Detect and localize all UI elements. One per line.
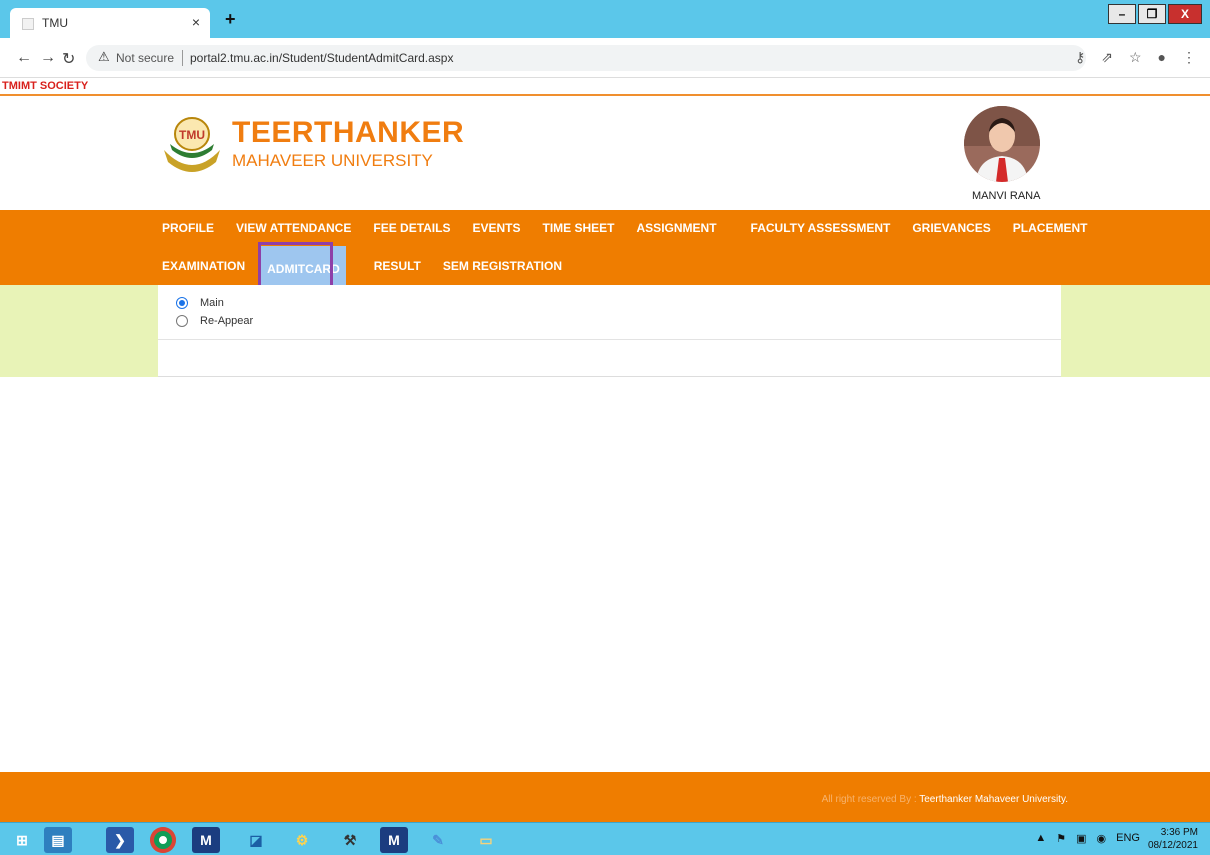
- admit-card-panel: Main Re-Appear: [158, 285, 1061, 377]
- url-text[interactable]: portal2.tmu.ac.in/Student/StudentAdmitCa…: [190, 51, 453, 65]
- minimize-button[interactable]: –: [1108, 4, 1136, 24]
- profile-icon[interactable]: ●: [1158, 49, 1166, 66]
- university-logo: TMU: [164, 117, 220, 172]
- language-indicator[interactable]: ENG: [1116, 832, 1140, 845]
- footer-org: Teerthanker Mahaveer University.: [919, 794, 1068, 805]
- utility-icon[interactable]: ⚒: [336, 827, 364, 853]
- security-label[interactable]: Not secure: [116, 51, 174, 65]
- menu-item-view-attendance[interactable]: VIEW ATTENDANCE: [236, 221, 351, 235]
- system-tray: ▲ ⚑ ▣ ◉ ENG: [1035, 832, 1140, 845]
- tab-title: TMU: [42, 16, 68, 30]
- omnibox-separator: [182, 50, 183, 66]
- radio-option-main[interactable]: Main: [176, 297, 224, 309]
- radio-option-reappear[interactable]: Re-Appear: [176, 315, 253, 327]
- menu-item-fee-details[interactable]: FEE DETAILS: [373, 221, 450, 235]
- society-bar: TMIMT SOCIETY: [0, 78, 1210, 96]
- student-name: MANVI RANA: [972, 190, 1041, 202]
- menu-item-grievances[interactable]: GRIEVANCES: [912, 221, 990, 235]
- menu-item-time-sheet[interactable]: TIME SHEET: [543, 221, 615, 235]
- omnibox[interactable]: ⚠ Not secure portal2.tmu.ac.in/Student/S…: [86, 45, 1086, 71]
- network-icon[interactable]: ▣: [1076, 832, 1086, 845]
- footer-text: All right reserved By : Teerthanker Maha…: [822, 794, 1068, 805]
- folder-icon[interactable]: ▭: [472, 827, 500, 853]
- close-window-button[interactable]: X: [1168, 4, 1202, 24]
- menu-item-faculty-assessment[interactable]: FACULTY ASSESSMENT: [751, 221, 891, 235]
- browser-tab[interactable]: TMU ×: [10, 8, 210, 38]
- warning-icon[interactable]: ⚠: [98, 49, 110, 65]
- tab-close-button[interactable]: ×: [192, 14, 200, 30]
- tray-up-arrow-icon[interactable]: ▲: [1035, 832, 1046, 845]
- logo-text: TMU: [179, 128, 205, 142]
- windows-taskbar: ⊞ ▤ ❯ M ◪ ⚙ ⚒ M ✎ ▭ ▲ ⚑ ▣ ◉ ENG 3:36 PM …: [0, 822, 1210, 855]
- forward-arrow-icon[interactable]: →: [40, 49, 56, 67]
- menu-row-1: PROFILE VIEW ATTENDANCE FEE DETAILS EVEN…: [162, 221, 1109, 235]
- menu-item-events[interactable]: EVENTS: [472, 221, 520, 235]
- notes-icon[interactable]: ◪: [242, 827, 270, 853]
- brand-title: TEERTHANKER: [232, 116, 465, 149]
- clock-date: 08/12/2021: [1147, 840, 1198, 851]
- panel-divider: [158, 339, 1061, 340]
- menu-item-profile[interactable]: PROFILE: [162, 221, 214, 235]
- radio-reappear-button[interactable]: [176, 315, 188, 327]
- site-header: TMU TEERTHANKER MAHAVEER UNIVERSITY MANV…: [0, 96, 1210, 210]
- flag-icon[interactable]: ⚑: [1056, 832, 1066, 845]
- menu-item-assignment[interactable]: ASSIGNMENT: [637, 221, 717, 235]
- radio-main-label: Main: [200, 297, 224, 309]
- volume-icon[interactable]: ◉: [1097, 832, 1107, 845]
- server-manager-icon[interactable]: ▤: [44, 827, 72, 853]
- reload-icon[interactable]: ↻: [62, 49, 75, 69]
- student-avatar: [964, 106, 1040, 182]
- address-bar-row: ← → ↻ ⚠ Not secure portal2.tmu.ac.in/Stu…: [0, 38, 1210, 78]
- footer-prefix: All right reserved By :: [821, 794, 920, 805]
- bookmark-star-icon[interactable]: ☆: [1129, 49, 1142, 66]
- site-footer: All right reserved By : Teerthanker Maha…: [0, 772, 1210, 822]
- radio-main-button[interactable]: [176, 297, 188, 309]
- powershell-icon[interactable]: ❯: [106, 827, 134, 853]
- address-bar-actions: ⚷ ⇗ ☆ ● ⋮: [1075, 49, 1196, 66]
- tools-icon[interactable]: ⚙: [288, 827, 316, 853]
- app-m2-icon[interactable]: M: [380, 827, 408, 853]
- clock-time: 3:36 PM: [1160, 827, 1198, 838]
- start-windows-icon[interactable]: ⊞: [8, 827, 36, 853]
- menu-item-placement[interactable]: PLACEMENT: [1013, 221, 1088, 235]
- taskbar-clock[interactable]: 3:36 PM 08/12/2021: [1148, 826, 1198, 852]
- chrome-icon[interactable]: [150, 827, 176, 853]
- society-label: TMIMT SOCIETY: [2, 80, 89, 92]
- key-icon[interactable]: ⚷: [1075, 49, 1085, 66]
- favicon-icon: [22, 18, 34, 30]
- new-tab-button[interactable]: +: [225, 9, 236, 30]
- browser-tab-bar: TMU × + – ❐ X: [0, 0, 1210, 38]
- radio-reappear-label: Re-Appear: [200, 315, 254, 327]
- back-arrow-icon[interactable]: ←: [16, 49, 32, 67]
- window-controls: – ❐ X: [1108, 4, 1202, 24]
- menu-kebab-icon[interactable]: ⋮: [1182, 49, 1196, 66]
- brand-subtitle: MAHAVEER UNIVERSITY: [232, 151, 433, 170]
- paint-icon[interactable]: ✎: [424, 827, 452, 853]
- share-icon[interactable]: ⇗: [1101, 49, 1113, 66]
- restore-button[interactable]: ❐: [1138, 4, 1166, 24]
- app-m-icon[interactable]: M: [192, 827, 220, 853]
- main-menu: PROFILE VIEW ATTENDANCE FEE DETAILS EVEN…: [0, 210, 1210, 289]
